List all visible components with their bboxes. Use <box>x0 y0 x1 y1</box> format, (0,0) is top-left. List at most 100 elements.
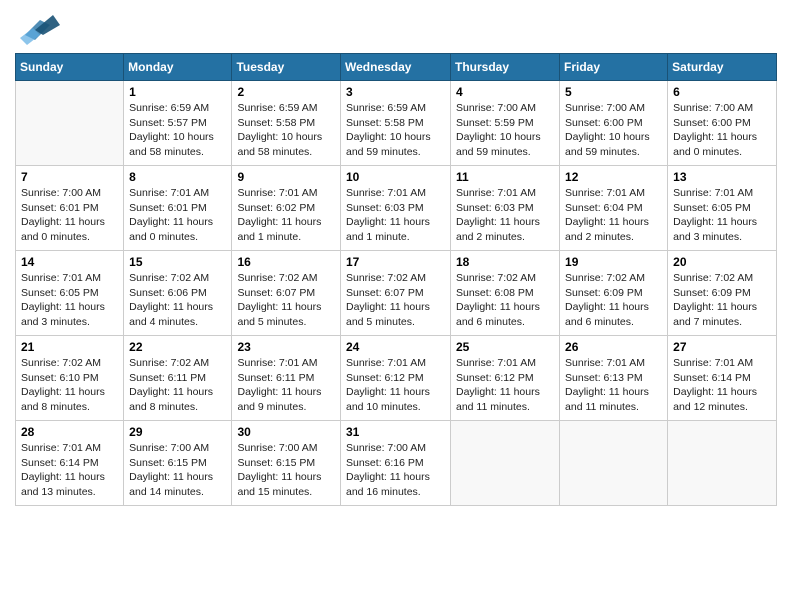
header-day-tuesday: Tuesday <box>232 54 341 81</box>
day-info: Sunrise: 7:00 AM Sunset: 6:15 PM Dayligh… <box>237 441 335 500</box>
day-number: 17 <box>346 255 445 269</box>
calendar-cell: 14 Sunrise: 7:01 AM Sunset: 6:05 PM Dayli… <box>16 251 124 336</box>
calendar-body: 1 Sunrise: 6:59 AM Sunset: 5:57 PM Daylig… <box>16 81 777 506</box>
day-number: 24 <box>346 340 445 354</box>
calendar-cell: 15 Sunrise: 7:02 AM Sunset: 6:06 PM Dayli… <box>124 251 232 336</box>
day-number: 21 <box>21 340 118 354</box>
calendar-cell: 12Sunrise: 7:01 AM Sunset: 6:04 PM Dayli… <box>560 166 668 251</box>
calendar-week-2: 14 Sunrise: 7:01 AM Sunset: 6:05 PM Dayli… <box>16 251 777 336</box>
day-number: 2 <box>237 85 335 99</box>
header-day-monday: Monday <box>124 54 232 81</box>
day-info: Sunrise: 6:59 AM Sunset: 5:57 PM Dayligh… <box>129 101 226 160</box>
day-number: 15 <box>129 255 226 269</box>
day-number: 23 <box>237 340 335 354</box>
day-info: Sunrise: 7:02 AM Sunset: 6:07 PM Dayligh… <box>237 271 335 330</box>
day-info: Sunrise: 7:01 AM Sunset: 6:11 PM Dayligh… <box>237 356 335 415</box>
day-number: 28 <box>21 425 118 439</box>
calendar-cell: 16 Sunrise: 7:02 AM Sunset: 6:07 PM Dayli… <box>232 251 341 336</box>
day-info: Sunrise: 7:00 AM Sunset: 6:00 PM Dayligh… <box>565 101 662 160</box>
calendar-table: SundayMondayTuesdayWednesdayThursdayFrid… <box>15 53 777 506</box>
calendar-cell: 7 Sunrise: 7:00 AM Sunset: 6:01 PM Daylig… <box>16 166 124 251</box>
day-info: Sunrise: 7:01 AM Sunset: 6:03 PM Dayligh… <box>456 186 554 245</box>
calendar-cell: 24 Sunrise: 7:01 AM Sunset: 6:12 PM Dayli… <box>341 336 451 421</box>
day-number: 29 <box>129 425 226 439</box>
calendar-cell: 27Sunrise: 7:01 AM Sunset: 6:14 PM Dayli… <box>668 336 777 421</box>
day-number: 31 <box>346 425 445 439</box>
day-info: Sunrise: 7:02 AM Sunset: 6:10 PM Dayligh… <box>21 356 118 415</box>
header-day-friday: Friday <box>560 54 668 81</box>
calendar-cell: 21 Sunrise: 7:02 AM Sunset: 6:10 PM Dayli… <box>16 336 124 421</box>
day-number: 9 <box>237 170 335 184</box>
calendar-cell: 30 Sunrise: 7:00 AM Sunset: 6:15 PM Dayli… <box>232 421 341 506</box>
calendar-cell: 19 Sunrise: 7:02 AM Sunset: 6:09 PM Dayli… <box>560 251 668 336</box>
day-info: Sunrise: 7:01 AM Sunset: 6:03 PM Dayligh… <box>346 186 445 245</box>
day-info: Sunrise: 7:01 AM Sunset: 6:12 PM Dayligh… <box>346 356 445 415</box>
day-number: 16 <box>237 255 335 269</box>
day-info: Sunrise: 7:01 AM Sunset: 6:05 PM Dayligh… <box>21 271 118 330</box>
header-day-saturday: Saturday <box>668 54 777 81</box>
day-info: Sunrise: 7:00 AM Sunset: 6:00 PM Dayligh… <box>673 101 771 160</box>
calendar-cell <box>451 421 560 506</box>
day-number: 20 <box>673 255 771 269</box>
page-header <box>15 10 777 45</box>
calendar-cell: 11 Sunrise: 7:01 AM Sunset: 6:03 PM Dayli… <box>451 166 560 251</box>
calendar-cell: 6Sunrise: 7:00 AM Sunset: 6:00 PM Daylig… <box>668 81 777 166</box>
day-info: Sunrise: 7:01 AM Sunset: 6:14 PM Dayligh… <box>21 441 118 500</box>
calendar-cell: 8 Sunrise: 7:01 AM Sunset: 6:01 PM Daylig… <box>124 166 232 251</box>
day-number: 26 <box>565 340 662 354</box>
calendar-cell: 29 Sunrise: 7:00 AM Sunset: 6:15 PM Dayli… <box>124 421 232 506</box>
day-info: Sunrise: 7:02 AM Sunset: 6:11 PM Dayligh… <box>129 356 226 415</box>
calendar-cell: 13Sunrise: 7:01 AM Sunset: 6:05 PM Dayli… <box>668 166 777 251</box>
day-info: Sunrise: 7:01 AM Sunset: 6:12 PM Dayligh… <box>456 356 554 415</box>
day-info: Sunrise: 7:02 AM Sunset: 6:07 PM Dayligh… <box>346 271 445 330</box>
calendar-week-0: 1 Sunrise: 6:59 AM Sunset: 5:57 PM Daylig… <box>16 81 777 166</box>
day-number: 5 <box>565 85 662 99</box>
day-number: 27 <box>673 340 771 354</box>
calendar-week-3: 21 Sunrise: 7:02 AM Sunset: 6:10 PM Dayli… <box>16 336 777 421</box>
day-info: Sunrise: 7:01 AM Sunset: 6:13 PM Dayligh… <box>565 356 662 415</box>
day-number: 7 <box>21 170 118 184</box>
day-info: Sunrise: 7:02 AM Sunset: 6:09 PM Dayligh… <box>673 271 771 330</box>
calendar-cell <box>16 81 124 166</box>
day-number: 11 <box>456 170 554 184</box>
day-number: 10 <box>346 170 445 184</box>
day-info: Sunrise: 7:01 AM Sunset: 6:01 PM Dayligh… <box>129 186 226 245</box>
day-number: 14 <box>21 255 118 269</box>
calendar-cell: 4Sunrise: 7:00 AM Sunset: 5:59 PM Daylig… <box>451 81 560 166</box>
calendar-cell: 28 Sunrise: 7:01 AM Sunset: 6:14 PM Dayli… <box>16 421 124 506</box>
calendar-cell: 3 Sunrise: 6:59 AM Sunset: 5:58 PM Daylig… <box>341 81 451 166</box>
calendar-cell: 20 Sunrise: 7:02 AM Sunset: 6:09 PM Dayli… <box>668 251 777 336</box>
day-number: 19 <box>565 255 662 269</box>
header-row: SundayMondayTuesdayWednesdayThursdayFrid… <box>16 54 777 81</box>
day-info: Sunrise: 7:02 AM Sunset: 6:08 PM Dayligh… <box>456 271 554 330</box>
calendar-cell: 9 Sunrise: 7:01 AM Sunset: 6:02 PM Daylig… <box>232 166 341 251</box>
day-info: Sunrise: 6:59 AM Sunset: 5:58 PM Dayligh… <box>237 101 335 160</box>
day-number: 12 <box>565 170 662 184</box>
day-number: 18 <box>456 255 554 269</box>
day-info: Sunrise: 7:01 AM Sunset: 6:02 PM Dayligh… <box>237 186 335 245</box>
calendar-cell: 25 Sunrise: 7:01 AM Sunset: 6:12 PM Dayli… <box>451 336 560 421</box>
day-number: 30 <box>237 425 335 439</box>
day-info: Sunrise: 6:59 AM Sunset: 5:58 PM Dayligh… <box>346 101 445 160</box>
day-info: Sunrise: 7:00 AM Sunset: 6:01 PM Dayligh… <box>21 186 118 245</box>
day-number: 8 <box>129 170 226 184</box>
calendar-cell: 17 Sunrise: 7:02 AM Sunset: 6:07 PM Dayli… <box>341 251 451 336</box>
day-info: Sunrise: 7:02 AM Sunset: 6:09 PM Dayligh… <box>565 271 662 330</box>
calendar-cell <box>668 421 777 506</box>
day-info: Sunrise: 7:00 AM Sunset: 6:15 PM Dayligh… <box>129 441 226 500</box>
logo-icon <box>15 10 60 45</box>
day-number: 4 <box>456 85 554 99</box>
calendar-header: SundayMondayTuesdayWednesdayThursdayFrid… <box>16 54 777 81</box>
calendar-cell: 18 Sunrise: 7:02 AM Sunset: 6:08 PM Dayli… <box>451 251 560 336</box>
day-number: 3 <box>346 85 445 99</box>
calendar-cell: 1 Sunrise: 6:59 AM Sunset: 5:57 PM Daylig… <box>124 81 232 166</box>
day-info: Sunrise: 7:01 AM Sunset: 6:05 PM Dayligh… <box>673 186 771 245</box>
day-number: 25 <box>456 340 554 354</box>
calendar-cell: 31 Sunrise: 7:00 AM Sunset: 6:16 PM Dayli… <box>341 421 451 506</box>
day-info: Sunrise: 7:02 AM Sunset: 6:06 PM Dayligh… <box>129 271 226 330</box>
day-info: Sunrise: 7:00 AM Sunset: 6:16 PM Dayligh… <box>346 441 445 500</box>
calendar-cell: 22Sunrise: 7:02 AM Sunset: 6:11 PM Dayli… <box>124 336 232 421</box>
day-number: 1 <box>129 85 226 99</box>
logo <box>15 10 64 45</box>
calendar-cell: 23 Sunrise: 7:01 AM Sunset: 6:11 PM Dayli… <box>232 336 341 421</box>
